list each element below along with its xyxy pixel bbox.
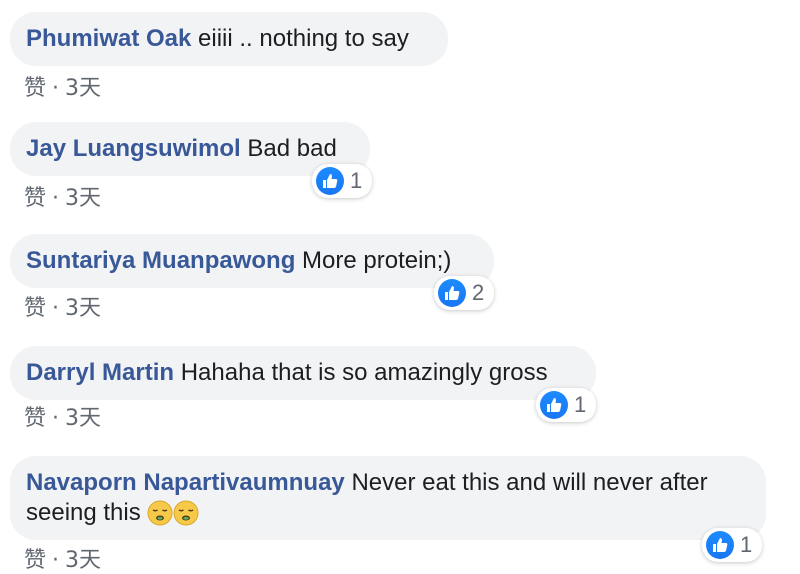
reaction-count-number: 1 [740, 532, 753, 557]
comment-bubble: Phumiwat Oak eiiii .. nothing to say [10, 12, 448, 66]
like-link[interactable]: 赞 [24, 76, 46, 101]
comment-actions: 赞 · 3天 [24, 400, 101, 432]
separator-dot: · [52, 186, 60, 211]
reaction-count[interactable]: 2 [434, 276, 495, 310]
reaction-count[interactable]: 1 [702, 528, 763, 562]
separator-dot: · [52, 296, 60, 321]
comment-timestamp[interactable]: 3天 [65, 406, 101, 431]
comment-timestamp[interactable]: 3天 [65, 76, 101, 101]
comment-bubble: Darryl Martin Hahaha that is so amazingl… [10, 346, 596, 400]
reaction-count[interactable]: 1 [536, 388, 597, 422]
comment-author[interactable]: Navaporn Napartivaumnuay [26, 469, 345, 496]
comment-bubble: Navaporn Napartivaumnuay Never eat this … [10, 456, 766, 540]
separator-dot: · [52, 548, 60, 573]
comment-actions: 赞 · 3天 [24, 542, 101, 574]
comment-actions: 赞 · 3天 [24, 70, 101, 102]
like-reaction-icon [540, 391, 568, 419]
like-reaction-icon [706, 531, 734, 559]
comment-timestamp[interactable]: 3天 [65, 548, 101, 573]
comment-actions: 赞 · 3天 [24, 290, 101, 322]
like-link[interactable]: 赞 [24, 406, 46, 431]
comment-timestamp[interactable]: 3天 [65, 296, 101, 321]
like-link[interactable]: 赞 [24, 186, 46, 211]
comment-author[interactable]: Jay Luangsuwimol [26, 135, 241, 162]
comment-timestamp[interactable]: 3天 [65, 186, 101, 211]
reaction-count-number: 1 [574, 392, 587, 417]
pensive-face-emoji [147, 500, 173, 534]
separator-dot: · [52, 76, 60, 101]
pensive-face-emoji [173, 500, 199, 534]
comment-bubble: Suntariya Muanpawong More protein;) [10, 234, 494, 288]
separator-dot: · [52, 406, 60, 431]
like-link[interactable]: 赞 [24, 296, 46, 321]
comment-text: Hahaha that is so amazingly gross [180, 359, 548, 386]
reaction-count[interactable]: 1 [312, 164, 373, 198]
like-reaction-icon [316, 167, 344, 195]
comment-author[interactable]: Darryl Martin [26, 359, 174, 386]
reaction-count-number: 2 [472, 280, 485, 305]
comment-text: More protein;) [302, 247, 452, 274]
comment-author[interactable]: Suntariya Muanpawong [26, 247, 295, 274]
like-reaction-icon [438, 279, 466, 307]
comment-text: Bad bad [247, 135, 337, 162]
reaction-count-number: 1 [350, 168, 363, 193]
comment-text: eiiii .. nothing to say [198, 25, 409, 52]
comment-actions: 赞 · 3天 [24, 180, 101, 212]
comment-author[interactable]: Phumiwat Oak [26, 25, 191, 52]
like-link[interactable]: 赞 [24, 548, 46, 573]
